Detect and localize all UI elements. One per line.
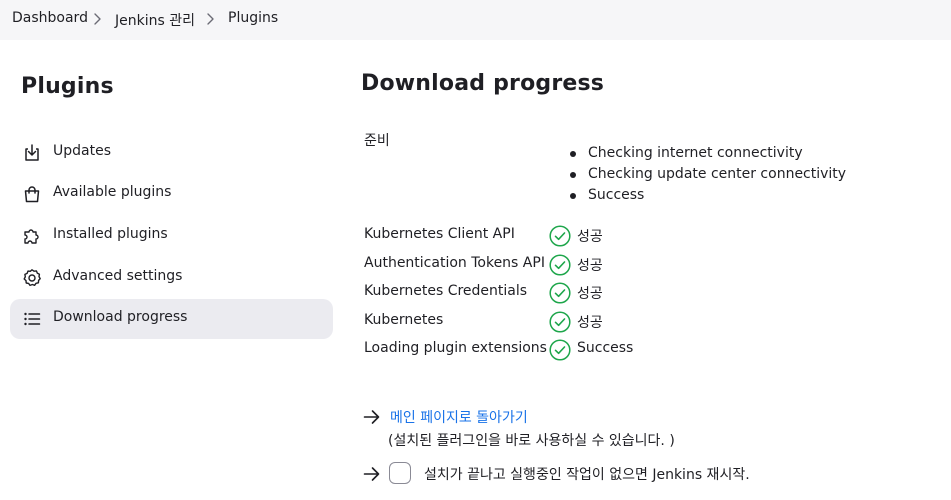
plugin-status: 성공 xyxy=(577,258,603,274)
preparation-step: Checking internet connectivity xyxy=(588,145,803,161)
success-check-icon xyxy=(549,339,571,361)
breadcrumb-manage-jenkins[interactable]: Jenkins 관리 xyxy=(115,10,195,30)
sidebar-item-label: Updates xyxy=(53,143,111,159)
plugin-name: Authentication Tokens API xyxy=(364,255,545,271)
plugin-name: Loading plugin extensions xyxy=(364,340,547,356)
back-to-main-link[interactable]: 메인 페이지로 돌아가기 xyxy=(390,407,528,427)
back-link-note: (설치된 플러그인을 바로 사용하실 수 있습니다. ) xyxy=(388,433,675,449)
success-check-icon xyxy=(549,282,571,304)
sidebar-item-updates[interactable]: Updates xyxy=(10,133,333,173)
shopping-bag-icon xyxy=(24,186,40,203)
breadcrumb-dashboard[interactable]: Dashboard xyxy=(12,10,88,26)
plugin-status: Success xyxy=(577,340,634,356)
plugin-status: 성공 xyxy=(577,315,603,331)
success-check-icon xyxy=(549,225,571,247)
sidebar-item-label: Download progress xyxy=(53,309,188,325)
chevron-right-icon xyxy=(94,13,101,25)
page-title: Download progress xyxy=(361,71,605,96)
preparation-label: 준비 xyxy=(364,133,390,149)
preparation-step: Checking update center connectivity xyxy=(588,166,847,182)
plugin-name: Kubernetes Client API xyxy=(364,226,515,242)
puzzle-icon xyxy=(24,229,39,244)
download-icon xyxy=(25,144,39,161)
sidebar-item-advanced-settings[interactable]: Advanced settings xyxy=(10,258,333,298)
arrow-right-icon xyxy=(363,410,380,424)
list-icon xyxy=(24,312,41,326)
preparation-step: Success xyxy=(588,187,645,203)
plugin-name: Kubernetes Credentials xyxy=(364,283,528,299)
sidebar-item-installed-plugins[interactable]: Installed plugins xyxy=(10,216,333,256)
breadcrumb: Dashboard Jenkins 관리 Plugins xyxy=(0,0,951,40)
sidebar-item-label: Installed plugins xyxy=(53,226,168,242)
chevron-right-icon xyxy=(207,13,214,25)
restart-checkbox[interactable] xyxy=(389,462,411,484)
plugin-name: Kubernetes xyxy=(364,312,444,328)
success-check-icon xyxy=(549,254,571,276)
plugin-status: 성공 xyxy=(577,229,603,245)
gear-icon xyxy=(23,269,41,287)
sidebar-item-label: Available plugins xyxy=(53,184,172,200)
sidebar-title: Plugins xyxy=(21,74,114,99)
sidebar-item-download-progress[interactable]: Download progress xyxy=(10,299,333,339)
arrow-right-icon xyxy=(363,467,380,481)
restart-checkbox-label[interactable]: 설치가 끝나고 실행중인 작업이 없으면 Jenkins 재시작. xyxy=(424,464,750,484)
success-check-icon xyxy=(549,311,571,333)
breadcrumb-plugins[interactable]: Plugins xyxy=(228,10,278,26)
sidebar-item-label: Advanced settings xyxy=(53,268,183,284)
plugin-status: 성공 xyxy=(577,286,603,302)
sidebar-item-available-plugins[interactable]: Available plugins xyxy=(10,174,333,214)
